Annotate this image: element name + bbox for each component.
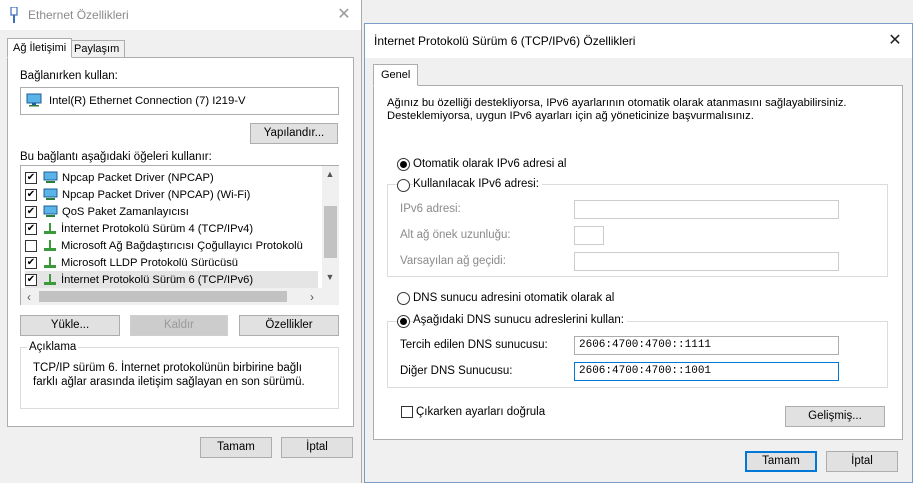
scroll-down-icon[interactable]: ▼: [322, 272, 338, 282]
scroll-left-icon[interactable]: ‹: [21, 290, 37, 304]
item-checkbox[interactable]: ✔: [25, 222, 37, 235]
auto-dns-label[interactable]: DNS sunucu adresini otomatik olarak al: [413, 292, 614, 304]
description-text: TCP/IP sürüm 6. İnternet protokolünün bi…: [33, 362, 305, 388]
preferred-dns-label: Tercih edilen DNS sunucusu:: [400, 339, 548, 351]
left-cancel-button[interactable]: İptal: [281, 437, 353, 458]
list-item-label: QoS Paket Zamanlayıcısı: [62, 205, 189, 218]
list-item[interactable]: ✔ QoS Paket Zamanlayıcısı: [25, 203, 189, 220]
connect-using-label: Bağlanırken kullan:: [20, 70, 118, 82]
validate-checkbox[interactable]: [401, 406, 413, 418]
prefix-length-label: Alt ağ önek uzunluğu:: [400, 229, 511, 241]
list-item[interactable]: ✔ İnternet Protokolü Sürüm 4 (TCP/IPv4): [25, 220, 253, 237]
scroll-right-icon[interactable]: ›: [304, 290, 320, 304]
protocol-icon: [43, 222, 57, 235]
auto-dns-radio[interactable]: [397, 292, 410, 305]
item-checkbox[interactable]: ✔: [25, 256, 37, 269]
left-close-icon[interactable]: ✕: [335, 6, 353, 24]
ipv6-address-label: IPv6 adresi:: [400, 203, 461, 215]
item-checkbox[interactable]: ✔: [25, 171, 37, 184]
ethernet-adapter-icon: [9, 6, 19, 23]
list-item[interactable]: ✔ Npcap Packet Driver (NPCAP): [25, 169, 214, 186]
list-item-label: Npcap Packet Driver (NPCAP) (Wi-Fi): [62, 188, 251, 201]
list-item-label: Microsoft Ağ Bağdaştırıcısı Çoğullayıcı …: [61, 239, 303, 252]
item-checkbox[interactable]: ✔: [25, 273, 37, 286]
manual-dns-radio[interactable]: [397, 315, 410, 328]
scroll-up-icon[interactable]: ▲: [322, 169, 338, 179]
right-close-icon[interactable]: ✕: [886, 32, 904, 50]
scroll-thumb[interactable]: [324, 206, 337, 258]
list-item[interactable]: ✔ Microsoft LLDP Protokolü Sürücüsü: [25, 254, 238, 271]
list-item-label: İnternet Protokolü Sürüm 6 (TCP/IPv6): [61, 273, 254, 286]
protocol-icon: [43, 256, 57, 269]
properties-button[interactable]: Özellikler: [239, 315, 339, 336]
preferred-dns-input[interactable]: 2606:4700:4700::1111: [574, 336, 839, 355]
network-adapter-icon: [26, 93, 43, 110]
alternate-dns-input[interactable]: 2606:4700:4700::1001: [574, 362, 839, 381]
right-ok-button[interactable]: Tamam: [745, 451, 817, 472]
list-item[interactable]: ✔ İnternet Protokolü Sürüm 6 (TCP/IPv6): [25, 271, 318, 288]
info-line-2: Desteklemiyorsa, uygun IPv6 ayarları içi…: [387, 110, 754, 122]
protocol-icon: [43, 273, 57, 286]
validate-label[interactable]: Çıkarken ayarları doğrula: [416, 406, 545, 418]
list-item-label: Microsoft LLDP Protokolü Sürücüsü: [61, 256, 239, 269]
ipv6-address-input[interactable]: [574, 200, 839, 219]
left-titlebar[interactable]: Ethernet Özellikleri ✕: [0, 0, 361, 30]
manual-dns-label[interactable]: Aşağıdaki DNS sunucu adreslerini kullan:: [413, 314, 627, 326]
item-checkbox[interactable]: [25, 239, 37, 252]
tab-general[interactable]: Genel: [373, 64, 419, 86]
gateway-input[interactable]: [574, 252, 839, 271]
right-titlebar[interactable]: İnternet Protokolü Sürüm 6 (TCP/IPv6) Öz…: [365, 24, 912, 58]
ethernet-properties-window: Ethernet Özellikleri ✕ Ağ İletişimi Payl…: [0, 0, 362, 483]
items-label: Bu bağlantı aşağıdaki öğeleri kullanır:: [20, 151, 212, 163]
tab-networking[interactable]: Ağ İletişimi: [7, 38, 73, 58]
advanced-button[interactable]: Gelişmiş...: [785, 406, 885, 427]
description-title: Açıklama: [27, 341, 79, 353]
left-window-title: Ethernet Özellikleri: [28, 8, 129, 22]
left-ok-button[interactable]: Tamam: [200, 437, 272, 458]
protocol-icon: [43, 239, 57, 252]
tab-sharing[interactable]: Paylaşım: [68, 40, 126, 58]
network-icon: [43, 188, 59, 201]
items-list: ✔ Npcap Packet Driver (NPCAP) ✔ Npcap Pa…: [20, 165, 339, 305]
item-checkbox[interactable]: ✔: [25, 188, 37, 201]
uninstall-button[interactable]: Kaldır: [130, 315, 228, 336]
configure-button[interactable]: Yapılandır...: [250, 123, 338, 144]
horizontal-scrollbar[interactable]: ‹ ›: [21, 288, 339, 305]
auto-ipv6-radio[interactable]: [397, 158, 410, 171]
vertical-scrollbar[interactable]: ▲ ▼: [322, 166, 339, 288]
auto-ipv6-label[interactable]: Otomatik olarak IPv6 adresi al: [413, 158, 566, 170]
install-button[interactable]: Yükle...: [20, 315, 120, 336]
info-line-1: Ağınız bu özelliği destekliyorsa, IPv6 a…: [387, 97, 847, 109]
right-window-title: İnternet Protokolü Sürüm 6 (TCP/IPv6) Öz…: [374, 34, 636, 48]
manual-ipv6-radio[interactable]: [397, 179, 410, 192]
adapter-name: Intel(R) Ethernet Connection (7) I219-V: [49, 95, 246, 107]
list-item-label: Npcap Packet Driver (NPCAP): [62, 171, 214, 184]
list-item-label: İnternet Protokolü Sürüm 4 (TCP/IPv4): [61, 222, 254, 235]
network-icon: [43, 205, 59, 218]
network-icon: [43, 171, 59, 184]
list-item[interactable]: Microsoft Ağ Bağdaştırıcısı Çoğullayıcı …: [25, 237, 303, 254]
ipv6-properties-window: İnternet Protokolü Sürüm 6 (TCP/IPv6) Öz…: [364, 23, 913, 483]
list-item[interactable]: ✔ Npcap Packet Driver (NPCAP) (Wi-Fi): [25, 186, 250, 203]
item-checkbox[interactable]: ✔: [25, 205, 37, 218]
alternate-dns-label: Diğer DNS Sunucusu:: [400, 365, 513, 377]
prefix-length-input[interactable]: [574, 226, 604, 245]
scroll-thumb-h[interactable]: [39, 291, 287, 302]
gateway-label: Varsayılan ağ geçidi:: [400, 255, 506, 267]
right-cancel-button[interactable]: İptal: [826, 451, 898, 472]
manual-ipv6-label[interactable]: Kullanılacak IPv6 adresi:: [413, 178, 542, 190]
